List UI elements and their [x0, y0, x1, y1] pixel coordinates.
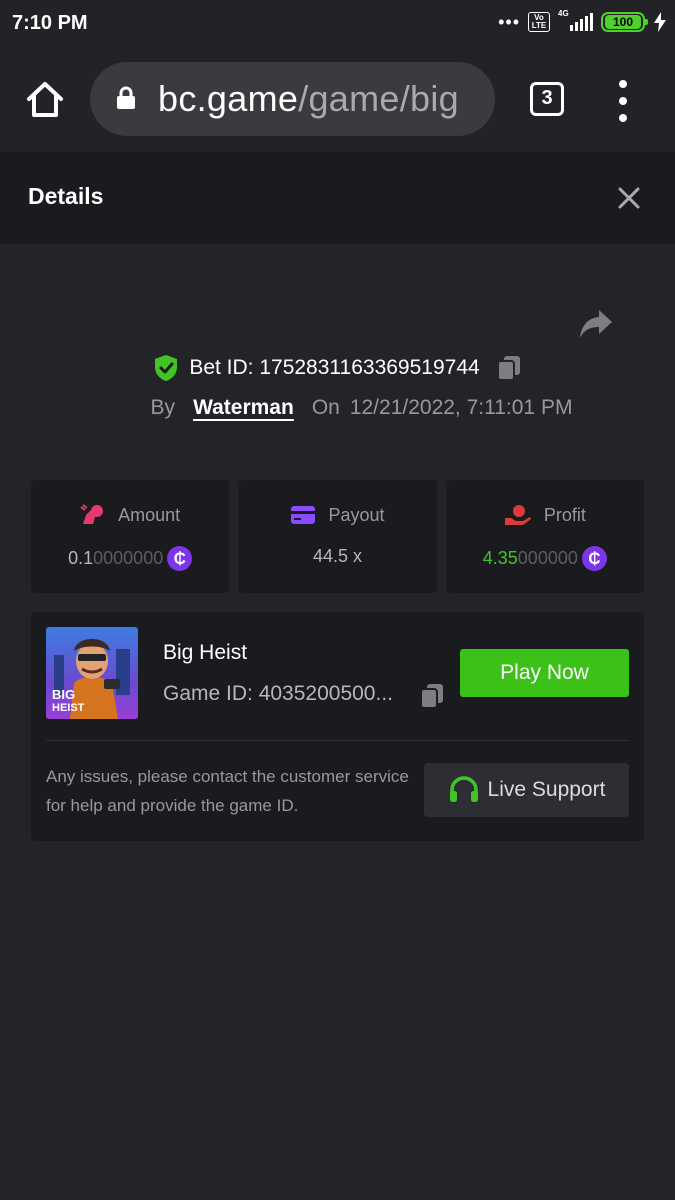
profit-hand-icon: [504, 505, 531, 525]
url-path: /game/big: [298, 78, 459, 119]
notification-dots-icon: •••: [498, 12, 520, 32]
amount-card: Amount 0.1 0000000 ₵: [31, 480, 230, 593]
on-label: On: [311, 396, 340, 419]
thumb-title-line2: HEIST: [52, 702, 85, 714]
shield-check-icon: [155, 355, 178, 381]
signal-icon: 4G: [558, 9, 593, 31]
thumb-title-line1: BIG: [52, 687, 75, 702]
profit-value-main: 4.35: [482, 548, 518, 568]
by-label: By: [150, 396, 176, 419]
details-header: Details: [0, 152, 675, 244]
game-card: BIG HEIST Big Heist Game ID: 4035200500.…: [31, 612, 644, 841]
status-icons: ••• Vo LTE 4G 100: [498, 9, 667, 32]
url-text: bc.game/game/big: [158, 78, 459, 120]
bet-id-row: Bet ID: 1752831163369519744: [0, 354, 675, 382]
divider: [46, 740, 629, 741]
username-link[interactable]: Waterman: [193, 396, 294, 420]
game-id: Game ID: 4035200500...: [163, 682, 393, 705]
close-icon[interactable]: [616, 185, 642, 211]
browser-toolbar: bc.game/game/big 3: [0, 48, 675, 152]
volte-icon: Vo LTE: [528, 12, 550, 32]
amount-label: Amount: [118, 504, 181, 525]
bet-id: Bet ID: 1752831163369519744: [189, 356, 480, 379]
url-host: bc.game: [158, 78, 299, 119]
bet-stats: Amount 0.1 0000000 ₵ Payout 44.5 x Profit: [31, 480, 644, 593]
bet-datetime: 12/21/2022, 7:11:01 PM: [349, 396, 573, 419]
coin-icon: ₵: [167, 546, 193, 571]
charging-icon: [654, 12, 666, 32]
game-thumbnail-art: BIG HEIST: [46, 627, 138, 719]
status-time: 7:10 PM: [12, 12, 88, 34]
payout-value-text: 44.5 x: [312, 546, 363, 566]
network-type-label: 4G: [558, 9, 569, 18]
address-bar[interactable]: bc.game/game/big: [90, 62, 495, 136]
game-name[interactable]: Big Heist: [163, 641, 247, 665]
amount-value-trailing: 0000000: [93, 548, 164, 568]
payout-value: 44.5 x: [238, 546, 436, 567]
profit-value: 4.35 000000 ₵: [446, 546, 644, 571]
battery-icon: 100: [601, 12, 648, 32]
battery-level: 100: [605, 15, 641, 29]
tabs-button[interactable]: 3: [530, 82, 564, 116]
payout-label: Payout: [328, 504, 385, 525]
profit-value-trailing: 000000: [517, 548, 578, 568]
copy-icon[interactable]: [419, 682, 445, 710]
payout-card: Payout 44.5 x: [238, 480, 437, 593]
lock-icon: [117, 86, 135, 109]
help-text: Any issues, please contact the customer …: [46, 767, 409, 815]
status-bar: 7:10 PM ••• Vo LTE 4G 100: [0, 0, 675, 48]
more-vert-icon[interactable]: [614, 80, 632, 122]
play-now-button[interactable]: Play Now: [460, 649, 629, 697]
payout-card-icon: [291, 506, 316, 524]
share-icon[interactable]: [578, 308, 614, 340]
amount-icon: [80, 504, 104, 524]
page-title: Details: [28, 183, 104, 209]
headset-icon: [449, 776, 478, 802]
profit-card: Profit 4.35 000000 ₵: [445, 480, 644, 593]
profit-label: Profit: [543, 504, 586, 525]
live-support-label: Live Support: [487, 778, 606, 801]
amount-value: 0.1 0000000 ₵: [31, 546, 229, 571]
game-thumbnail[interactable]: BIG HEIST: [46, 627, 138, 719]
home-icon[interactable]: [25, 80, 65, 120]
coin-icon: ₵: [581, 546, 607, 571]
live-support-button[interactable]: Live Support: [424, 763, 629, 817]
copy-icon[interactable]: [496, 354, 522, 382]
bet-meta-row: By Waterman On 12/21/2022, 7:11:01 PM: [0, 396, 675, 420]
amount-value-main: 0.1: [68, 548, 94, 568]
